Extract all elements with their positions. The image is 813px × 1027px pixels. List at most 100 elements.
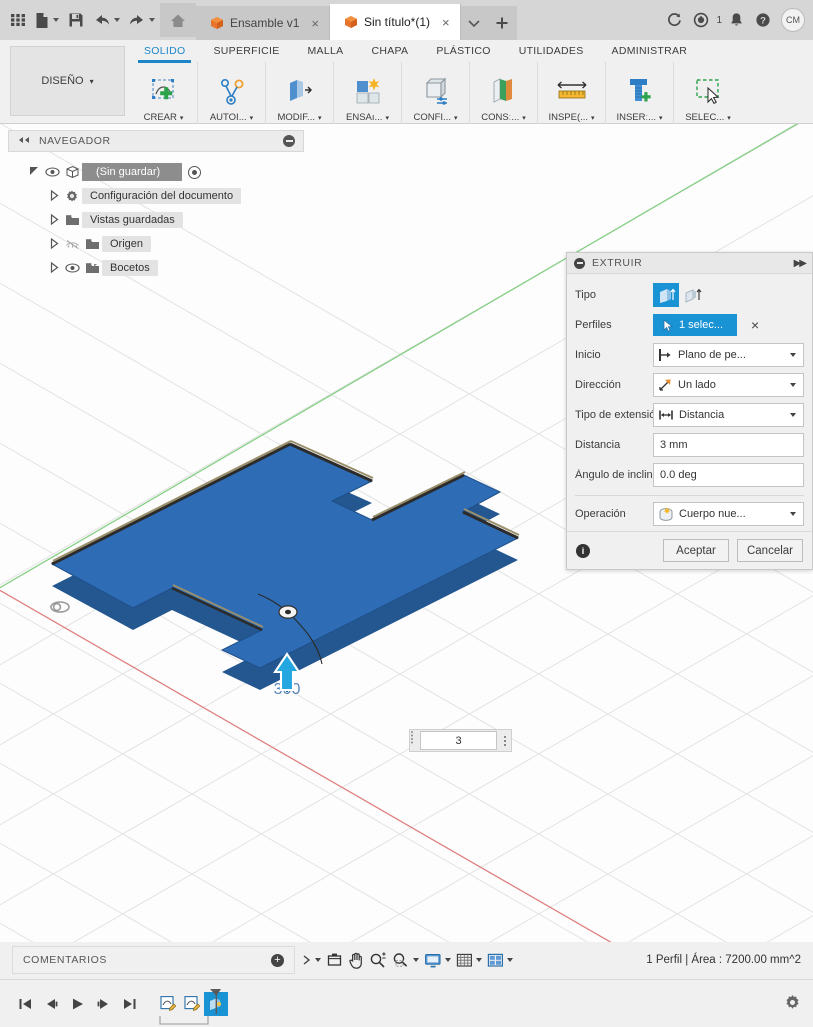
- tab-overflow-chevron-down-icon[interactable]: [460, 6, 487, 40]
- chevron-down-icon[interactable]: [476, 958, 482, 962]
- tree-row-configuracion[interactable]: Configuración del documento: [8, 184, 304, 208]
- canvas-distance-value[interactable]: 3: [420, 731, 497, 750]
- comments-panel[interactable]: COMENTARIOS +: [12, 946, 295, 974]
- look-at-icon[interactable]: [324, 947, 345, 973]
- grid-snaps-icon[interactable]: [454, 947, 484, 973]
- canvas-distance-input[interactable]: 3: [409, 729, 512, 752]
- panel-crear[interactable]: CREAR ▾: [130, 62, 198, 124]
- angulo-input[interactable]: 0.0 deg: [653, 463, 804, 487]
- display-settings-icon[interactable]: [422, 947, 453, 973]
- expand-arrow-icon[interactable]: [46, 189, 62, 203]
- expand-arrow-icon[interactable]: [26, 166, 42, 179]
- chevron-down-icon[interactable]: [790, 353, 796, 357]
- help-icon[interactable]: ?: [750, 5, 776, 35]
- play-icon[interactable]: [64, 989, 90, 1019]
- active-component-radio[interactable]: [188, 165, 202, 179]
- more-options-icon[interactable]: [499, 735, 511, 746]
- workspace-selector[interactable]: DISEÑO ▾: [10, 46, 125, 116]
- expand-arrow-icon[interactable]: [46, 237, 62, 251]
- go-to-start-icon[interactable]: [12, 989, 38, 1019]
- new-file-icon[interactable]: [32, 5, 62, 35]
- ribbon-tab-solido[interactable]: SOLIDO: [130, 42, 199, 63]
- undo-icon[interactable]: [90, 5, 123, 35]
- home-button[interactable]: [160, 3, 196, 37]
- zoom-icon[interactable]: [367, 947, 389, 973]
- timeline-sketch-2[interactable]: [180, 992, 204, 1016]
- operacion-dropdown[interactable]: Cuerpo nue...: [653, 502, 804, 526]
- dialog-expand-icon[interactable]: ▶▶: [794, 258, 807, 269]
- drag-grip-icon[interactable]: [410, 730, 418, 751]
- ribbon-tab-administrar[interactable]: ADMINISTRAR: [598, 42, 702, 61]
- panel-automatizar[interactable]: AUTOI... ▾: [198, 62, 266, 124]
- chevron-down-icon[interactable]: [790, 512, 796, 516]
- info-icon[interactable]: i: [576, 543, 590, 558]
- panel-construir[interactable]: CONSː... ▾: [470, 62, 538, 124]
- panel-label: CONFI...: [413, 112, 451, 123]
- avatar[interactable]: CM: [781, 8, 805, 32]
- save-icon[interactable]: [64, 5, 88, 35]
- cancel-button[interactable]: Cancelar: [737, 539, 803, 562]
- tree-row-root[interactable]: (Sin guardar): [8, 160, 304, 184]
- tree-row-bocetos[interactable]: Bocetos: [8, 256, 304, 280]
- close-icon[interactable]: ×: [442, 15, 450, 30]
- step-forward-icon[interactable]: [90, 989, 116, 1019]
- redo-icon[interactable]: [125, 5, 158, 35]
- panel-configurar[interactable]: CONFI... ▾: [402, 62, 470, 124]
- panel-modificar[interactable]: MODIF... ▾: [266, 62, 334, 124]
- job-status-icon[interactable]: [688, 5, 714, 35]
- panel-ensamblar[interactable]: ENSAı... ▾: [334, 62, 402, 124]
- bell-icon[interactable]: [723, 5, 749, 35]
- chevron-down-icon[interactable]: [790, 413, 796, 417]
- ribbon-tab-malla[interactable]: MALLA: [294, 42, 358, 61]
- timeline-marker[interactable]: [208, 988, 224, 1016]
- dialog-collapse-icon[interactable]: [574, 257, 585, 269]
- minimize-icon[interactable]: [283, 135, 295, 147]
- ribbon-tab-chapa[interactable]: CHAPA: [357, 42, 422, 61]
- tree-row-vistas-guardadas[interactable]: Vistas guardadas: [8, 208, 304, 232]
- viewports-icon[interactable]: [485, 947, 515, 973]
- step-back-icon[interactable]: [38, 989, 64, 1019]
- orbit-icon[interactable]: [300, 947, 323, 973]
- chevron-down-icon[interactable]: [445, 958, 451, 962]
- panel-insertar[interactable]: INSERː... ▾: [606, 62, 674, 124]
- ribbon-tab-plastico[interactable]: PLÁSTICO: [422, 42, 504, 61]
- expand-arrow-icon[interactable]: [46, 213, 62, 227]
- pan-hand-icon[interactable]: [346, 947, 366, 973]
- expand-arrow-icon[interactable]: [46, 261, 62, 275]
- panel-seleccionar[interactable]: SELEC... ▾: [674, 62, 742, 124]
- chevron-down-icon[interactable]: [507, 958, 513, 962]
- extrude-dialog-titlebar[interactable]: EXTRUIR ▶▶: [567, 253, 812, 274]
- ribbon-tab-utilidades[interactable]: UTILIDADES: [505, 42, 598, 61]
- chevron-down-icon[interactable]: [413, 958, 419, 962]
- timeline-settings-gear-icon[interactable]: [784, 994, 801, 1014]
- inicio-dropdown[interactable]: Plano de pe...: [653, 343, 804, 367]
- browser-header[interactable]: NAVEGADOR: [8, 130, 304, 152]
- distancia-input[interactable]: 3 mm: [653, 433, 804, 457]
- close-icon[interactable]: ×: [311, 16, 319, 31]
- thin-extrude-icon[interactable]: [679, 283, 705, 307]
- clear-selection-icon[interactable]: ×: [751, 317, 759, 333]
- document-tab-ensamble[interactable]: Ensamble v1 ×: [196, 6, 330, 40]
- new-tab-button[interactable]: [486, 6, 517, 40]
- panel-inspeccionar[interactable]: INSPE(... ▾: [538, 62, 606, 124]
- accept-button[interactable]: Aceptar: [663, 539, 729, 562]
- go-to-end-icon[interactable]: [116, 989, 142, 1019]
- collapse-left-icon[interactable]: [17, 136, 31, 147]
- profiles-select-button[interactable]: 1 selec...: [653, 314, 737, 336]
- refresh-icon[interactable]: [661, 5, 687, 35]
- chevron-down-icon[interactable]: [790, 383, 796, 387]
- chevron-down-icon[interactable]: [315, 958, 321, 962]
- tree-row-origen[interactable]: Origen: [8, 232, 304, 256]
- timeline-sketch-1[interactable]: [156, 992, 180, 1016]
- perfil-extrude-icon[interactable]: [653, 283, 679, 307]
- document-tab-sin-titulo[interactable]: Sin título*(1) ×: [329, 4, 461, 40]
- direccion-dropdown[interactable]: Un lado: [653, 373, 804, 397]
- add-comment-icon[interactable]: +: [271, 953, 284, 967]
- eye-hidden-icon[interactable]: [62, 239, 82, 250]
- fit-icon[interactable]: [390, 947, 421, 973]
- app-grid-icon[interactable]: [6, 5, 30, 35]
- tipo-extension-dropdown[interactable]: Distancia: [653, 403, 804, 427]
- ribbon-tab-superficie[interactable]: SUPERFICIE: [199, 42, 293, 61]
- eye-icon[interactable]: [62, 263, 82, 273]
- eye-icon[interactable]: [42, 167, 62, 177]
